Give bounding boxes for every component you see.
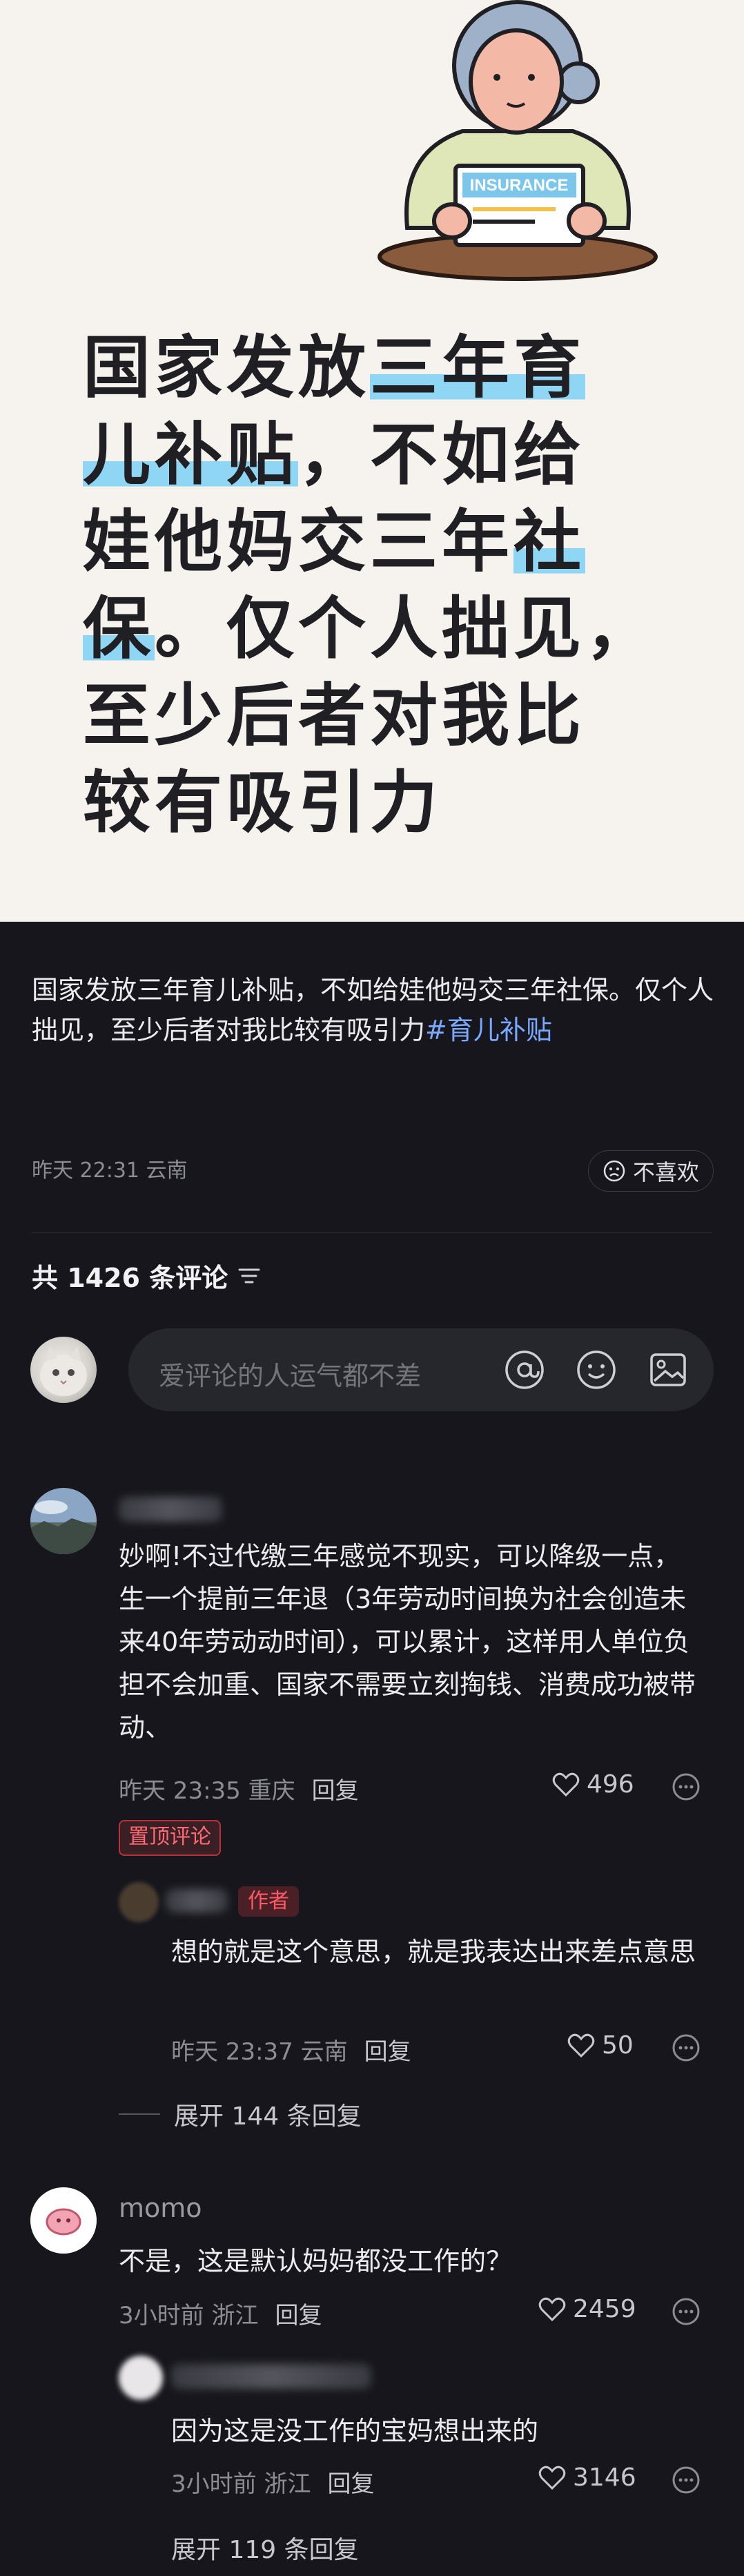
current-user-avatar[interactable]: [30, 1337, 97, 1403]
comment-meta: 3小时前 浙江 回复: [119, 2296, 322, 2330]
like-button[interactable]: 3146: [538, 2463, 636, 2492]
grandma-insurance-illustration: INSURANCE: [378, 0, 658, 281]
commenter-avatar[interactable]: [30, 1488, 97, 1554]
divider: [32, 1232, 712, 1233]
reply-time-location: 3小时前 浙江: [171, 2470, 311, 2498]
commenter-name-blurred[interactable]: [119, 1497, 222, 1522]
cover-title-highlight: 保: [83, 590, 155, 668]
reply-author-avatar[interactable]: [119, 2356, 163, 2400]
input-actions: [502, 1348, 690, 1392]
heart-icon: [552, 1772, 580, 1797]
heart-icon: [538, 2466, 566, 2490]
cover-title-line: 较有吸引力: [83, 759, 676, 846]
comment-time-location: 3小时前 浙江: [119, 2302, 259, 2330]
reply-text: 因为这是没工作的宝妈想出来的: [171, 2416, 539, 2446]
reply-author-name-blurred[interactable]: [171, 2364, 371, 2389]
like-button[interactable]: 50: [567, 2031, 634, 2060]
more-options-icon[interactable]: [671, 1772, 701, 1802]
like-count: 2459: [573, 2295, 636, 2323]
like-count: 496: [587, 1770, 634, 1799]
cover-title-text: 。仅个人拙见，: [155, 590, 658, 668]
reply-author-avatar[interactable]: [119, 1882, 159, 1922]
cover-title-highlight: 三年育: [370, 329, 586, 407]
cover-title-highlight: 社: [513, 503, 586, 581]
expand-replies-button[interactable]: 展开 144 条回复: [119, 2096, 362, 2132]
post-meta: 昨天 22:31 云南: [32, 1159, 188, 1183]
cat-avatar-icon: [40, 1346, 87, 1396]
cover-title-text: 国家发放: [83, 329, 371, 407]
like-button[interactable]: 496: [552, 1770, 634, 1799]
author-badge: 作者: [238, 1886, 299, 1917]
expand-replies-label: 展开 144 条回复: [174, 2102, 362, 2131]
cover-title-text: ，不如给: [298, 416, 586, 494]
hashtag-link[interactable]: #育儿补贴: [425, 1015, 552, 1045]
reply-author-name-blurred[interactable]: [166, 1889, 228, 1912]
image-icon[interactable]: [646, 1348, 690, 1392]
more-options-icon[interactable]: [671, 2033, 701, 2063]
cover-title-line: 保。仅个人拙见，: [83, 585, 676, 672]
reply-button[interactable]: 回复: [327, 2470, 374, 2498]
post-body: 国家发放三年育儿补贴，不如给娃他妈交三年社保。仅个人拙见，至少后者对我比较有吸引…: [32, 970, 715, 1050]
cover-title-line: 儿补贴，不如给: [83, 411, 676, 498]
more-options-icon[interactable]: [671, 2465, 701, 2495]
like-count: 50: [602, 2031, 634, 2060]
like-button[interactable]: 2459: [538, 2295, 636, 2323]
heart-icon: [567, 2033, 595, 2057]
insurance-card-label: INSURANCE: [470, 176, 569, 195]
reply-button[interactable]: 回复: [312, 1777, 359, 1805]
reply-meta: 昨天 23:37 云南 回复: [171, 2033, 411, 2066]
cover-title-text: 较有吸引力: [83, 764, 442, 842]
comment-meta: 昨天 23:35 重庆 回复: [119, 1772, 359, 1805]
commenter-username[interactable]: momo: [119, 2193, 202, 2223]
expand-line: [119, 2113, 160, 2115]
sort-icon[interactable]: [237, 1266, 261, 1286]
mention-icon[interactable]: [502, 1348, 547, 1392]
dislike-button[interactable]: 不喜欢: [588, 1150, 714, 1192]
post-cover-image[interactable]: INSURANCE 国家发放三年育 儿补贴，不如给 娃他妈交三年社 保。仅个人拙…: [0, 0, 744, 922]
expand-replies-button[interactable]: 展开 119 条回复: [171, 2530, 359, 2566]
landscape-avatar-icon: [30, 1488, 97, 1554]
more-options-icon[interactable]: [671, 2296, 701, 2327]
heart-icon: [538, 2297, 566, 2321]
sad-face-icon: [603, 1160, 625, 1182]
cover-title-highlight: 儿补贴: [83, 416, 299, 494]
reply-button[interactable]: 回复: [364, 2038, 411, 2066]
pink-blob-avatar-icon: [46, 2208, 81, 2236]
cover-title-line: 国家发放三年育: [83, 325, 676, 411]
comment-time-location: 昨天 23:35 重庆: [119, 1777, 295, 1805]
post-text: 国家发放三年育儿补贴，不如给娃他妈交三年社保。仅个人拙见，至少后者对我比较有吸引…: [32, 975, 714, 1045]
cover-title-line: 至少后者对我比: [83, 672, 676, 759]
reply-meta: 3小时前 浙江 回复: [171, 2465, 374, 2499]
cover-title-line: 娃他妈交三年社: [83, 498, 676, 585]
comment-count: 共 1426 条评论: [32, 1263, 228, 1293]
cover-title-text: 至少后者对我比: [83, 677, 586, 755]
comment-text: 妙啊!不过代缴三年感觉不现实，可以降级一点，生一个提前三年退（3年劳动时间换为社…: [119, 1541, 696, 1743]
pinned-comment-badge: 置顶评论: [119, 1820, 221, 1856]
like-count: 3146: [573, 2463, 636, 2492]
reply-text: 想的就是这个意思，就是我表达出来差点意思: [171, 1937, 696, 1967]
expand-replies-label: 展开 119 条回复: [171, 2536, 359, 2564]
comment-text: 不是，这是默认妈妈都没工作的？: [119, 2246, 513, 2276]
reply-time-location: 昨天 23:37 云南: [171, 2038, 348, 2066]
cover-title: 国家发放三年育 儿补贴，不如给 娃他妈交三年社 保。仅个人拙见， 至少后者对我比…: [83, 325, 676, 846]
dislike-label: 不喜欢: [632, 1159, 699, 1185]
cover-title-text: 娃他妈交三年: [83, 503, 514, 581]
commenter-avatar[interactable]: [30, 2187, 97, 2254]
comments-header[interactable]: 共 1426 条评论: [32, 1257, 261, 1295]
comment-input-placeholder: 爱评论的人运气都不差: [159, 1361, 422, 1391]
emoji-icon[interactable]: [574, 1348, 618, 1392]
comment-input[interactable]: 爱评论的人运气都不差: [128, 1328, 714, 1411]
reply-button[interactable]: 回复: [275, 2302, 322, 2330]
